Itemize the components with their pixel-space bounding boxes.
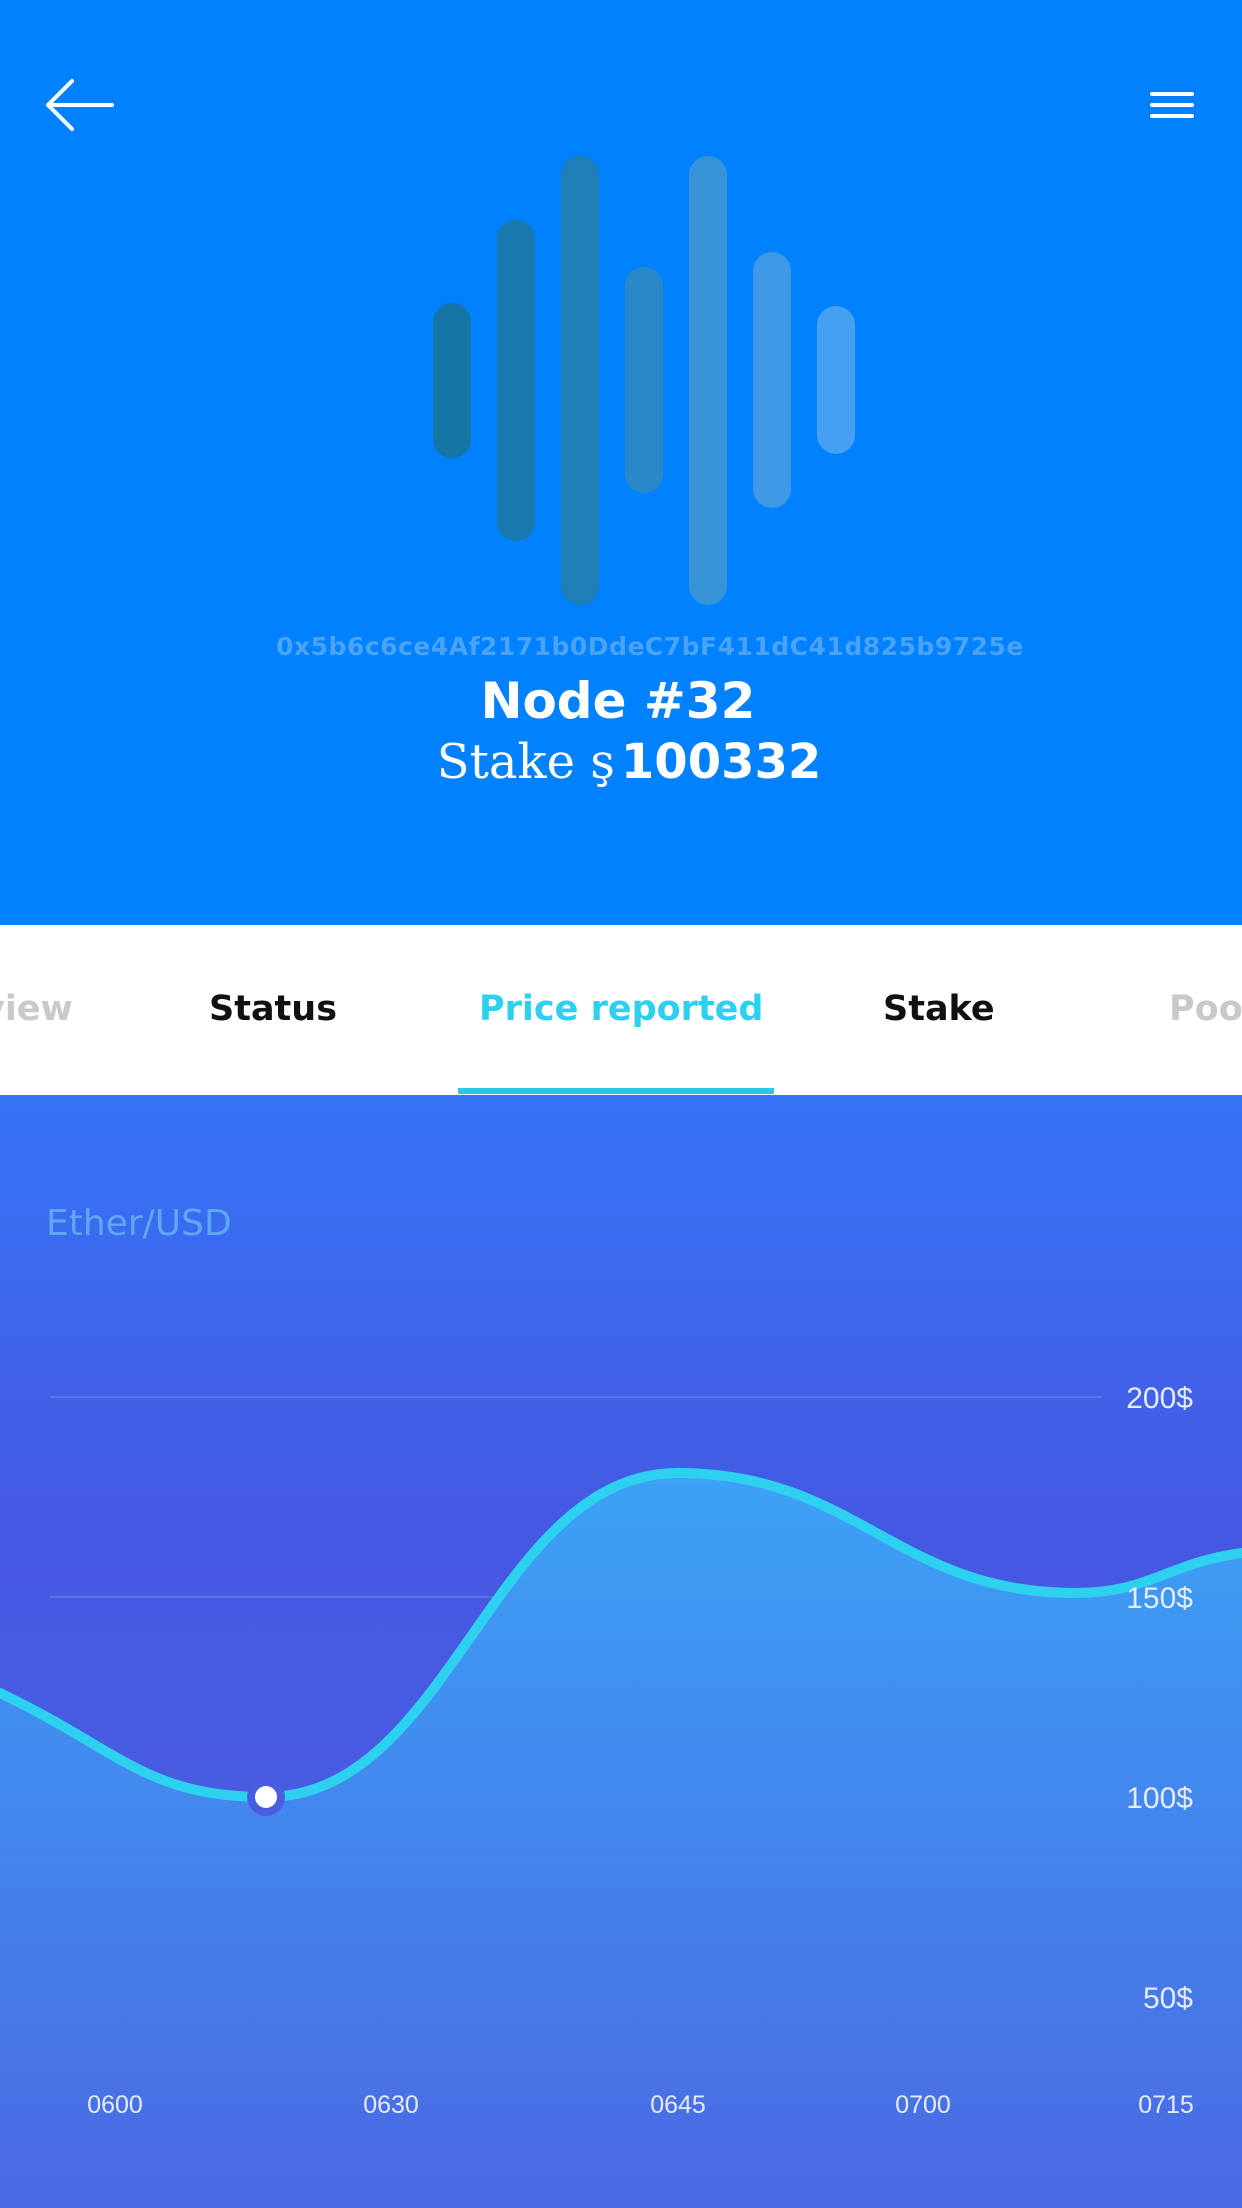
series-area	[0, 1473, 1242, 2208]
tab-pool[interactable]: Poo	[1169, 989, 1242, 1029]
tab-bar: view Status Price reported Stake Poo	[0, 925, 1242, 1095]
price-chart-panel: Ether/USD 50$ 100$ 150$ 200$ 0600 0630 0645 07…	[0, 1095, 1242, 2208]
x-tick-label: 0700	[895, 2091, 951, 2119]
tab-overview[interactable]: view	[0, 989, 73, 1029]
active-tab-indicator	[458, 1088, 774, 1094]
tab-status[interactable]: Status	[209, 989, 337, 1029]
y-tick-label: 150$	[1126, 1582, 1193, 1615]
node-title: Node #32	[480, 672, 756, 730]
x-tick-label: 0715	[1138, 2091, 1194, 2119]
stake-label: Stake ş	[436, 734, 615, 790]
x-tick-label: 0630	[363, 2091, 419, 2119]
node-header: 0x5b6c6ce4Af2171b0DdeC7bF411dC41d825b972…	[0, 0, 1242, 925]
y-tick-label: 200$	[1126, 1382, 1193, 1415]
y-tick-label: 100$	[1126, 1782, 1193, 1815]
price-chart[interactable]: 50$ 100$ 150$ 200$ 0600 0630 0645 0700 0715	[0, 1095, 1242, 2208]
x-tick-label: 0645	[650, 2091, 706, 2119]
sound-wave-bars-icon	[433, 156, 855, 605]
x-tick-label: 0600	[87, 2091, 143, 2119]
highlight-point[interactable]	[255, 1786, 277, 1808]
y-tick-label: 50$	[1143, 1982, 1193, 2015]
stake-line: Stake ş 100332	[0, 734, 1242, 790]
tab-stake[interactable]: Stake	[883, 989, 995, 1029]
tab-price-reported[interactable]: Price reported	[479, 989, 763, 1029]
node-address: 0x5b6c6ce4Af2171b0DdeC7bF411dC41d825b972…	[276, 632, 1024, 661]
stake-value: 100332	[620, 734, 822, 790]
